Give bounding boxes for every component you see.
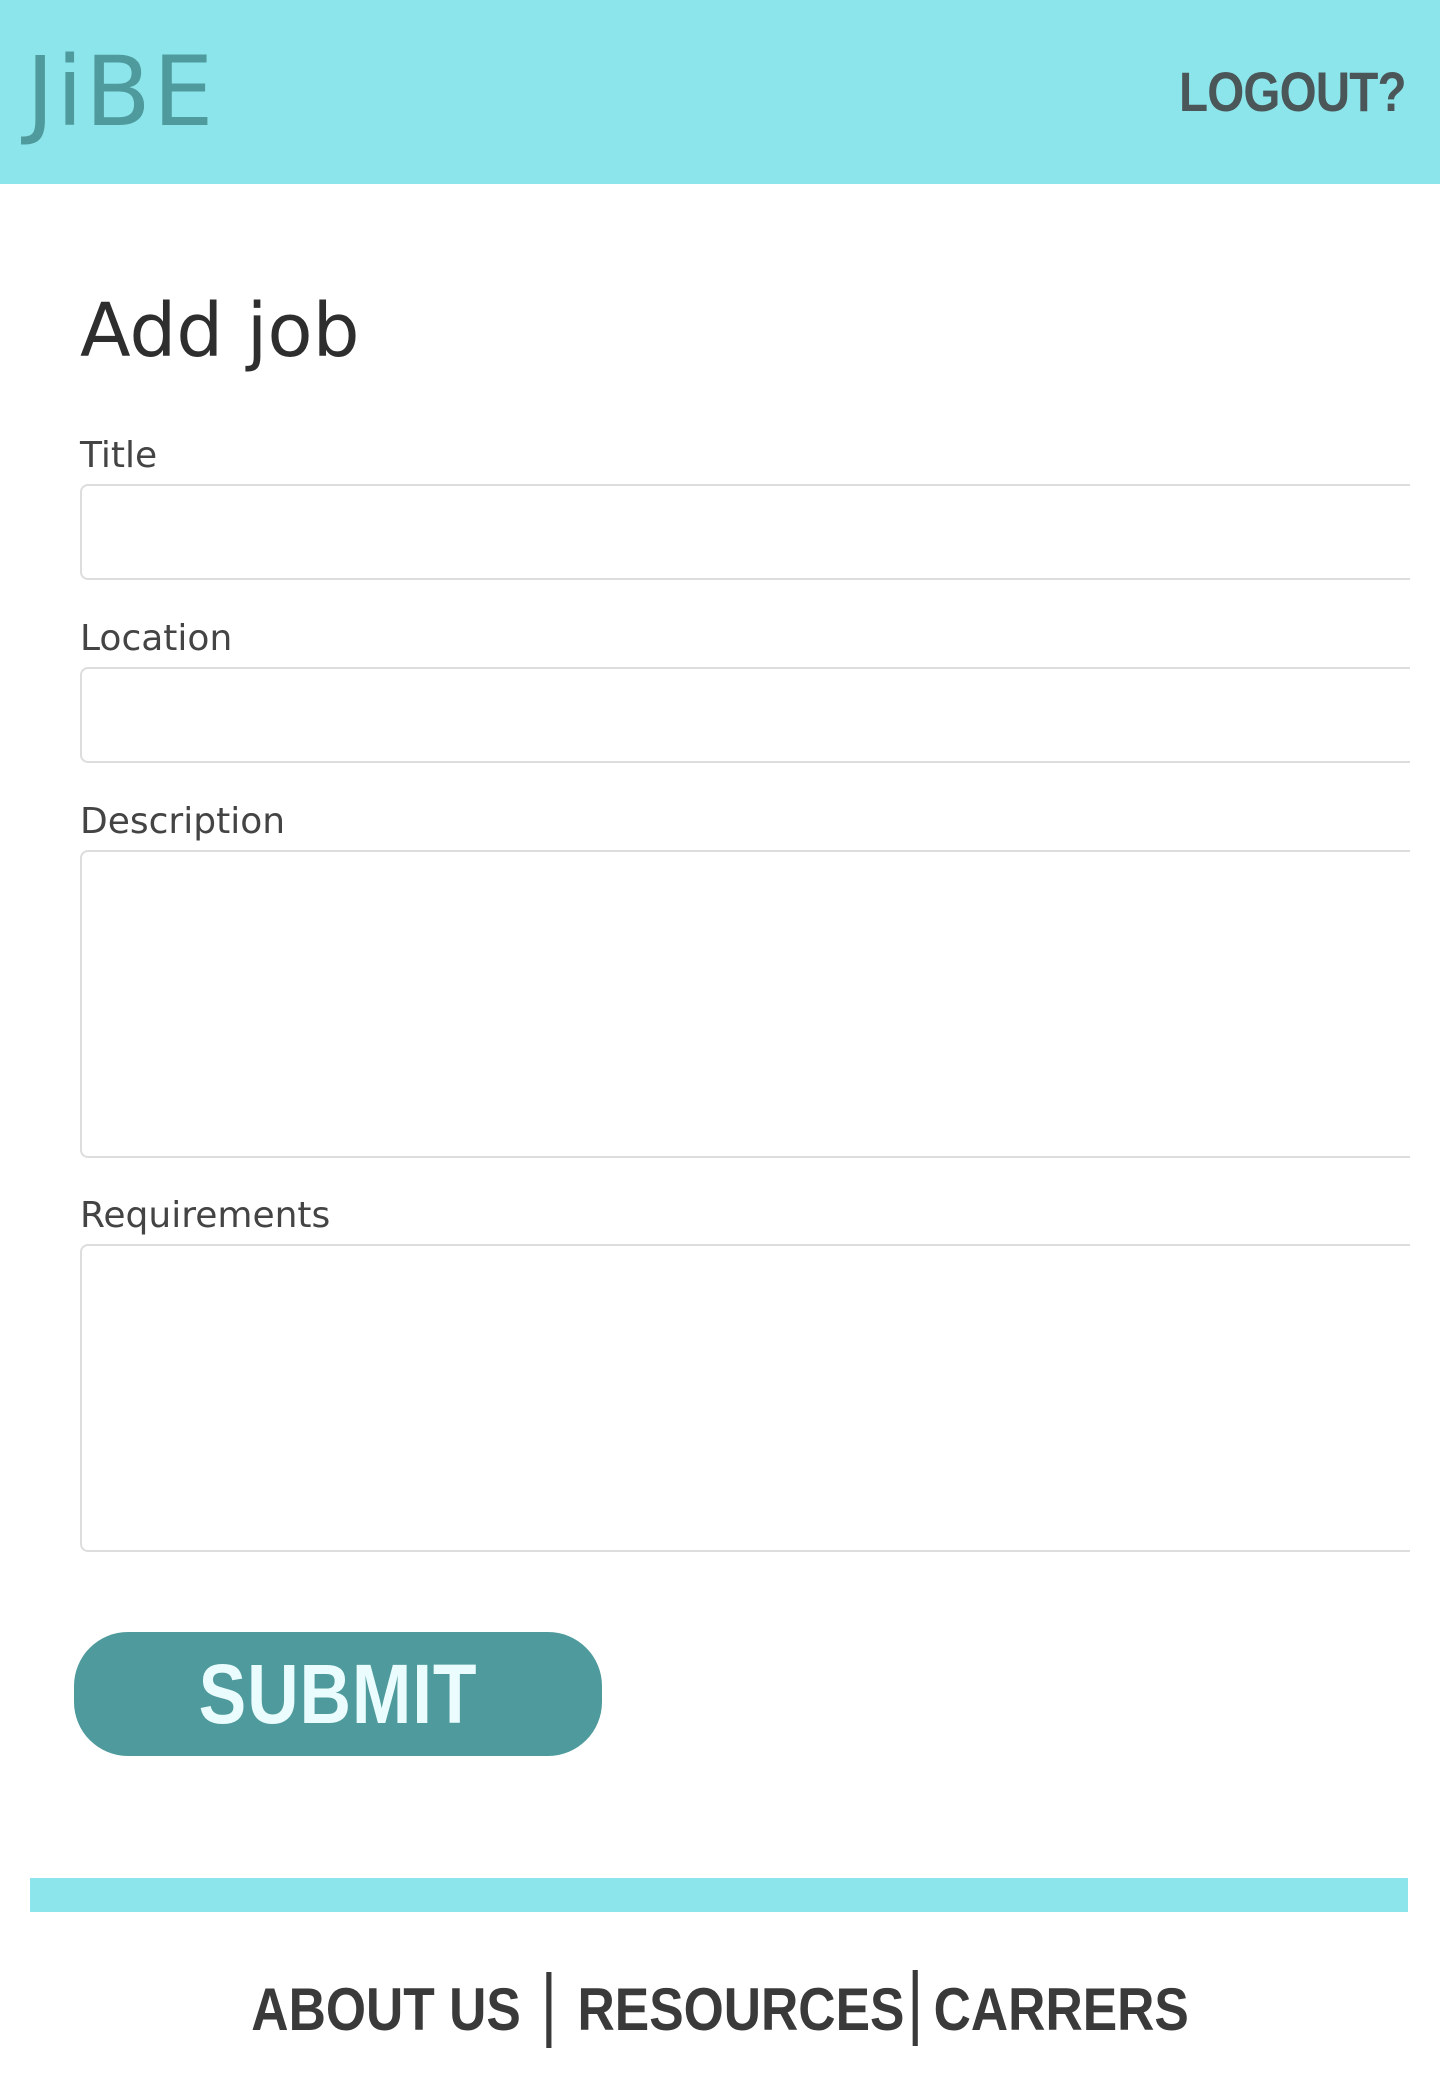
- logo[interactable]: JiBE: [26, 42, 216, 142]
- title-input[interactable]: [80, 484, 1410, 580]
- page-title: Add job: [80, 288, 360, 374]
- location-label: Location: [80, 618, 233, 659]
- location-input[interactable]: [80, 667, 1410, 763]
- description-label: Description: [80, 801, 286, 842]
- footer-separator: [912, 1970, 919, 2046]
- footer-separator: [546, 1972, 552, 2048]
- footer-divider: [30, 1878, 1408, 1912]
- description-textarea[interactable]: [80, 850, 1410, 1158]
- title-label: Title: [80, 435, 158, 476]
- logout-link[interactable]: LOGOUT?: [1179, 60, 1407, 124]
- footer-link-about-us[interactable]: ABOUT US: [251, 1970, 520, 2050]
- submit-button[interactable]: SUBMIT: [74, 1632, 602, 1756]
- site-header: JiBE LOGOUT?: [0, 0, 1440, 184]
- requirements-textarea[interactable]: [80, 1244, 1410, 1552]
- footer-nav: ABOUT US RESOURCES CARRERS: [0, 1970, 1440, 2050]
- submit-button-label: SUBMIT: [198, 1647, 478, 1741]
- requirements-label: Requirements: [80, 1195, 331, 1236]
- footer-link-carrers[interactable]: CARRERS: [934, 1970, 1189, 2050]
- footer-link-resources[interactable]: RESOURCES: [577, 1970, 904, 2050]
